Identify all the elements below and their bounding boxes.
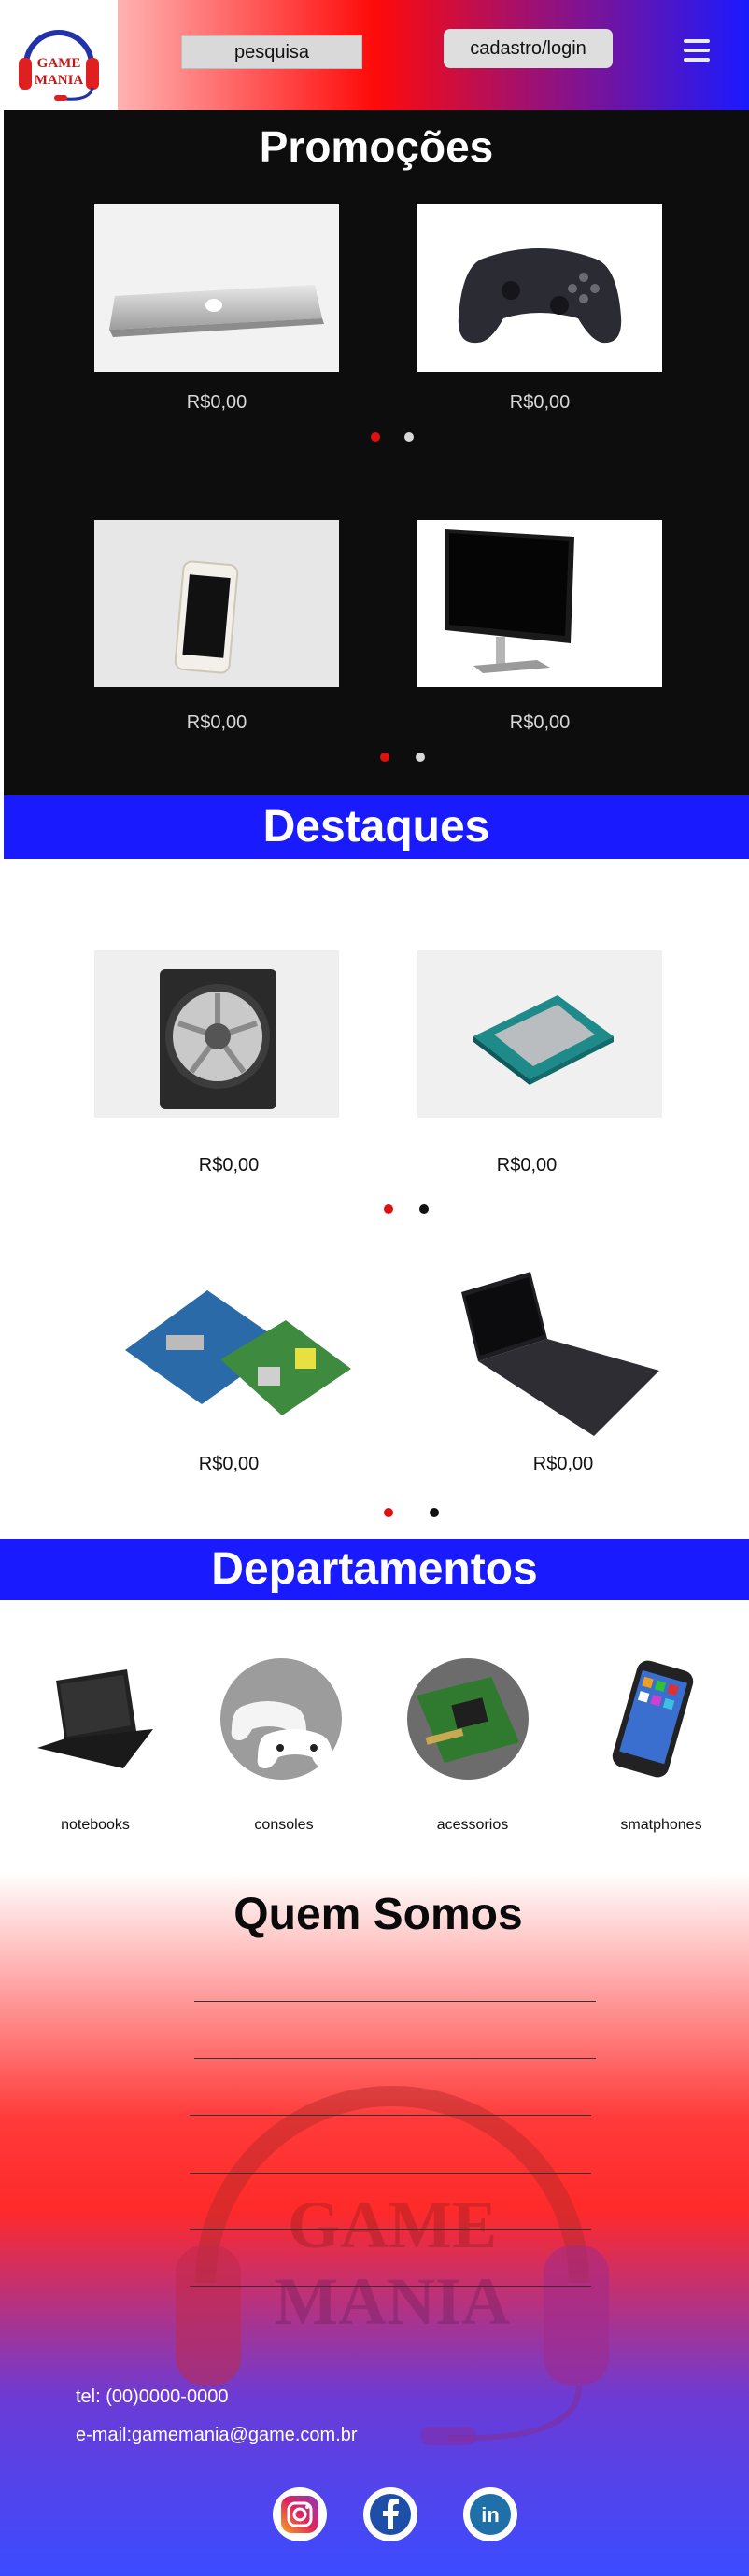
monitor-icon: [445, 529, 574, 673]
cpu-cooler-icon: [160, 969, 276, 1109]
svg-text:in: in: [481, 2503, 500, 2527]
department-label[interactable]: acessorios: [398, 1817, 547, 1834]
facebook-icon[interactable]: [363, 2487, 417, 2541]
svg-text:GAME: GAME: [288, 2188, 497, 2262]
laptop-icon: [37, 1669, 153, 1768]
product-image-smartphone[interactable]: [94, 520, 339, 687]
carousel-dot-active[interactable]: [371, 432, 380, 442]
linkedin-icon[interactable]: in: [463, 2487, 517, 2541]
department-label[interactable]: notebooks: [21, 1817, 170, 1834]
email-label: e-mail:: [76, 2425, 133, 2445]
headphones-logo-icon: GAME MANIA: [19, 30, 99, 101]
svg-text:MANIA: MANIA: [35, 73, 84, 88]
department-image-acessorios[interactable]: [407, 1658, 529, 1780]
carousel-dot[interactable]: [430, 1508, 439, 1517]
carousel-dot[interactable]: [404, 432, 414, 442]
gamepad-icon: [231, 1701, 332, 1769]
laptop-icon: [109, 285, 324, 337]
department-label[interactable]: smatphones: [586, 1817, 736, 1834]
product-price: R$0,00: [532, 1454, 594, 1474]
product-price: R$0,00: [186, 392, 247, 413]
circuit-board-icon: [417, 1677, 519, 1763]
login-button[interactable]: cadastro/login: [444, 29, 613, 68]
product-image-notebook[interactable]: [454, 1268, 661, 1436]
search-button[interactable]: pesquisa: [181, 35, 362, 69]
product-image-monitor[interactable]: [417, 520, 662, 687]
svg-text:GAME: GAME: [37, 56, 81, 71]
facebook-icon: [370, 2494, 411, 2535]
text-line: [190, 2286, 591, 2287]
department-image-notebooks[interactable]: [34, 1660, 155, 1781]
text-line: [194, 2058, 596, 2059]
product-image-laptop[interactable]: [94, 204, 339, 372]
carousel-dot[interactable]: [419, 1204, 429, 1214]
instagram-icon[interactable]: [273, 2487, 327, 2541]
processor-icon: [473, 995, 614, 1085]
product-image-arduino-boards[interactable]: [118, 1266, 353, 1432]
notebook-icon: [461, 1272, 659, 1436]
product-image-gamepad[interactable]: [417, 204, 662, 372]
smartphone-icon: [174, 560, 239, 674]
product-price: R$0,00: [198, 1155, 260, 1175]
about-title: Quem Somos: [233, 1890, 523, 1939]
svg-text:MANIA: MANIA: [275, 2264, 510, 2339]
text-line: [190, 2173, 591, 2174]
text-line: [190, 2115, 591, 2116]
contact-phone: tel: (00)0000-0000: [76, 2386, 229, 2407]
product-image-cpu-cooler[interactable]: [94, 950, 339, 1118]
carousel-dot-active[interactable]: [384, 1204, 393, 1214]
instagram-icon: [281, 2496, 318, 2533]
product-price: R$0,00: [509, 712, 571, 733]
department-label[interactable]: consoles: [209, 1817, 359, 1834]
departments-title: Departamentos: [0, 1539, 749, 1600]
headphones-watermark-icon: GAME MANIA: [176, 2086, 609, 2445]
gamepad-icon: [458, 248, 622, 344]
contact-email: e-mail:gamemania@game.com.br: [76, 2425, 358, 2446]
linkedin-icon: in: [470, 2494, 511, 2535]
logo[interactable]: GAME MANIA: [0, 0, 118, 110]
carousel-dot-active[interactable]: [384, 1508, 393, 1517]
department-image-smatphones[interactable]: [594, 1656, 715, 1781]
smartphone-icon: [612, 1660, 694, 1778]
hamburger-menu-icon[interactable]: [684, 39, 710, 63]
department-image-consoles[interactable]: [220, 1658, 342, 1780]
promotions-title: Promoções: [259, 122, 494, 171]
product-price: R$0,00: [496, 1155, 558, 1175]
carousel-dot-active[interactable]: [380, 753, 389, 762]
product-price: R$0,00: [509, 392, 571, 413]
email-link[interactable]: gamemania@game.com.br: [132, 2425, 358, 2445]
about-section: GAME MANIA: [0, 1872, 749, 2576]
product-image-processor[interactable]: [417, 950, 662, 1118]
text-line: [194, 2001, 596, 2002]
text-line: [190, 2229, 591, 2230]
product-price: R$0,00: [198, 1454, 260, 1474]
circuit-board-icon: [125, 1290, 351, 1415]
highlights-title: Destaques: [4, 795, 749, 859]
carousel-dot[interactable]: [416, 753, 425, 762]
product-price: R$0,00: [186, 712, 247, 733]
